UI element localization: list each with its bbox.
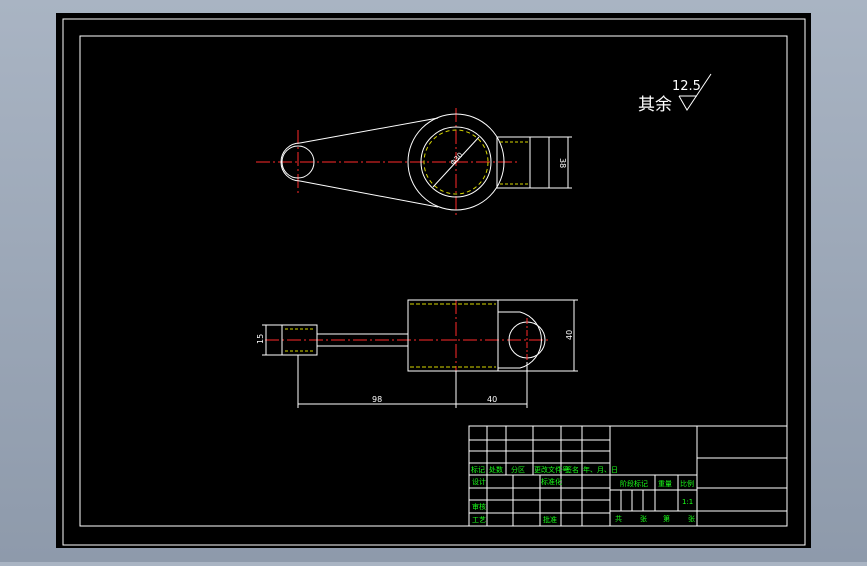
tb-sheet: 张 <box>688 514 695 523</box>
tb-mark: 标记 <box>471 465 485 474</box>
tb-approve: 批准 <box>543 515 557 524</box>
tb-standardize: 标准化 <box>541 477 562 486</box>
tb-count: 处数 <box>489 465 503 474</box>
tb-scale: 比例 <box>680 479 694 488</box>
roughness-value: 12.5 <box>672 79 701 94</box>
right-height-label: 40 <box>565 330 574 340</box>
left-height-label: 15 <box>256 334 265 344</box>
tb-doc-no: 更改文件号 <box>534 465 569 474</box>
tb-total: 共 <box>615 514 622 523</box>
length-main-label: 98 <box>372 395 382 404</box>
tb-design: 设计 <box>472 477 486 486</box>
lug-height-label: 38 <box>558 158 567 168</box>
tb-page: 第 <box>663 514 670 523</box>
tb-sheets: 张 <box>640 514 647 523</box>
length-right-label: 40 <box>487 395 497 404</box>
tb-weight: 重量 <box>658 480 672 488</box>
tb-scale-value: 1:1 <box>682 498 693 506</box>
cad-viewport[interactable]: 其余 12.5 Φ30 38 15 40 98 40 标记 处数 分区 更改文件… <box>0 0 867 562</box>
tb-process: 工艺 <box>472 516 486 524</box>
tb-stage-mark: 阶段标记 <box>620 479 648 488</box>
roughness-prefix: 其余 <box>638 95 672 115</box>
tb-sign: 签名 <box>565 465 579 474</box>
tb-date: 年、月、日 <box>583 465 618 474</box>
tb-review: 审核 <box>472 502 486 511</box>
tb-zone: 分区 <box>511 465 525 474</box>
